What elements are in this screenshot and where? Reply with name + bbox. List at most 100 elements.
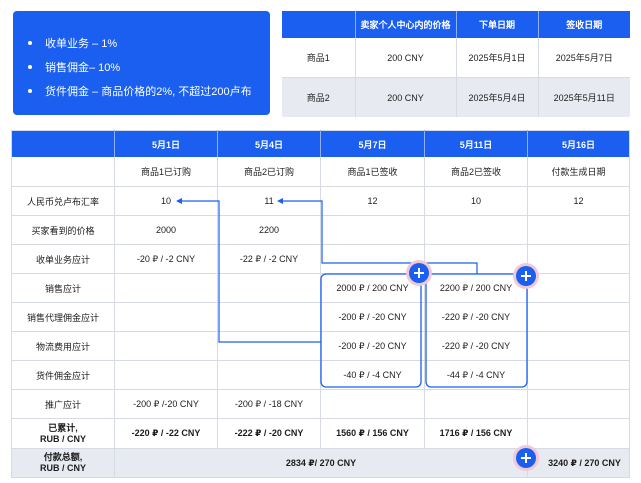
- payment-merged-value: 2834 ₽/ 270 CNY: [114, 448, 528, 478]
- list-item: 收单业务 – 1%: [28, 32, 252, 56]
- total-cell: -222 ₽ / -20 CNY: [217, 418, 321, 449]
- total-label-line1: 已累计,: [48, 422, 78, 433]
- table-cell: [114, 273, 218, 303]
- bullet-icon: [28, 65, 32, 70]
- table-cell: -200 ₽ / -20 CNY: [320, 302, 425, 332]
- commission-shipment: 货件佣金 – 商品价格的2%, 不超过200卢布: [45, 86, 252, 98]
- table-cell: [217, 302, 321, 332]
- total-cell: 1560 ₽ / 156 CNY: [320, 418, 425, 449]
- table-row: 人民币兑卢布汇率 10 11 12 10 12: [11, 186, 630, 216]
- table-cell: [527, 244, 630, 274]
- order-date: 2025年5月4日: [456, 77, 539, 117]
- payment-total-row: 付款总额, RUB / CNY 2834 ₽/ 270 CNY 3240 ₽ / …: [11, 448, 630, 478]
- product-name: 商品2: [282, 77, 356, 117]
- products-table: 卖家个人中心内的价格 下单日期 签收日期 商品1 200 CNY 2025年5月…: [282, 11, 630, 117]
- table-row: 商品2 200 CNY 2025年5月4日 2025年5月11日: [282, 77, 630, 117]
- payment-final-value: 3240 ₽ / 270 CNY: [527, 448, 630, 478]
- header-price: 卖家个人中心内的价格: [355, 11, 457, 38]
- table-cell: [527, 215, 630, 245]
- event-cell: 付款生成日期: [527, 157, 630, 187]
- table-cell: 10: [424, 186, 528, 216]
- commission-sales: 销售佣金– 10%: [45, 62, 121, 74]
- table-cell: [527, 273, 630, 303]
- table-cell: [527, 331, 630, 361]
- event-cell: 商品2已订购: [217, 157, 321, 187]
- table-header: 5月1日 5月4日 5月7日 5月11日 5月16日: [11, 130, 630, 157]
- row-label: 人民币兑卢布汇率: [11, 186, 115, 216]
- table-cell: [320, 215, 425, 245]
- total-cell: 1716 ₽ / 156 CNY: [424, 418, 528, 449]
- plus-circle-icon[interactable]: [516, 266, 536, 286]
- table-cell: 2200: [217, 215, 321, 245]
- product-name: 商品1: [282, 38, 356, 78]
- table-row: 物流费用应计 -200 ₽ / -20 CNY -220 ₽ / -20 CNY: [11, 331, 630, 361]
- table-cell: [527, 360, 630, 390]
- plus-circle-icon[interactable]: [409, 263, 429, 283]
- header-date: 5月7日: [320, 130, 425, 157]
- table-cell: [527, 389, 630, 419]
- table-cell: -200 ₽ / -20 CNY: [320, 331, 425, 361]
- total-cell: -220 ₽ / -22 CNY: [114, 418, 218, 449]
- table-row: 货件佣金应计 -40 ₽ / -4 CNY -44 ₽ / -4 CNY: [11, 360, 630, 390]
- table-cell: 12: [320, 186, 425, 216]
- table-cell: -220 ₽ / -20 CNY: [424, 331, 528, 361]
- table-cell: [424, 389, 528, 419]
- accrued-total-row: 已累计, RUB / CNY -220 ₽ / -22 CNY -222 ₽ / …: [11, 418, 630, 449]
- table-cell: -200 ₽ / -18 CNY: [217, 389, 321, 419]
- table-cell: 12: [527, 186, 630, 216]
- event-row: 商品1已订购 商品2已订购 商品1已签收 商品2已签收 付款生成日期: [11, 157, 630, 187]
- delivery-date: 2025年5月7日: [538, 38, 630, 78]
- commission-summary-panel: 收单业务 – 1% 销售佣金– 10% 货件佣金 – 商品价格的2%, 不超过2…: [13, 11, 270, 115]
- event-cell: 商品1已签收: [320, 157, 425, 187]
- table-cell: -200 ₽ /-20 CNY: [114, 389, 218, 419]
- plus-circle-icon[interactable]: [516, 448, 536, 468]
- table-cell: 11: [217, 186, 321, 216]
- table-cell: [424, 215, 528, 245]
- table-header: 卖家个人中心内的价格 下单日期 签收日期: [282, 11, 630, 38]
- table-cell: [217, 360, 321, 390]
- list-item: 货件佣金 – 商品价格的2%, 不超过200卢布: [28, 80, 252, 104]
- row-label: 物流费用应计: [11, 331, 115, 361]
- table-row: 商品1 200 CNY 2025年5月1日 2025年5月7日: [282, 38, 630, 78]
- row-label: 已累计, RUB / CNY: [11, 418, 115, 449]
- header-order-date: 下单日期: [456, 11, 539, 38]
- header-date: 5月4日: [217, 130, 321, 157]
- table-row: 收单业务应计 -20 ₽ / -2 CNY -22 ₽ / -2 CNY: [11, 244, 630, 274]
- table-cell: [527, 302, 630, 332]
- event-cell: [11, 157, 115, 187]
- header-delivery-date: 签收日期: [538, 11, 630, 38]
- delivery-date: 2025年5月11日: [538, 77, 630, 117]
- row-label: 收单业务应计: [11, 244, 115, 274]
- payment-label-line2: RUB / CNY: [39, 463, 86, 473]
- row-label: 买家看到的价格: [11, 215, 115, 245]
- table-row: 销售代理佣金应计 -200 ₽ / -20 CNY -220 ₽ / -20 C…: [11, 302, 630, 332]
- bullet-icon: [28, 89, 32, 94]
- event-cell: 商品2已签收: [424, 157, 528, 187]
- row-label: 付款总额, RUB / CNY: [11, 448, 115, 478]
- table-cell: -20 ₽ / -2 CNY: [114, 244, 218, 274]
- table-cell: 2000 ₽ / 200 CNY: [320, 273, 425, 303]
- payment-label-line1: 付款总额,: [43, 452, 83, 462]
- table-cell: -220 ₽ / -20 CNY: [424, 302, 528, 332]
- table-cell: [424, 244, 528, 274]
- header-cell: [282, 11, 356, 38]
- timeline-table: 5月1日 5月4日 5月7日 5月11日 5月16日 商品1已订购 商品2已订购…: [11, 130, 630, 478]
- table-row: 推广应计 -200 ₽ /-20 CNY -200 ₽ / -18 CNY: [11, 389, 630, 419]
- commission-list: 收单业务 – 1% 销售佣金– 10% 货件佣金 – 商品价格的2%, 不超过2…: [28, 32, 252, 104]
- event-cell: 商品1已订购: [114, 157, 218, 187]
- header-date: 5月11日: [424, 130, 528, 157]
- order-date: 2025年5月1日: [456, 38, 539, 78]
- table-cell: [217, 331, 321, 361]
- total-cell: [527, 418, 630, 449]
- header-date: 5月1日: [114, 130, 218, 157]
- table-row: 销售应计 2000 ₽ / 200 CNY 2200 ₽ / 200 CNY: [11, 273, 630, 303]
- table-cell: [217, 273, 321, 303]
- table-cell: -22 ₽ / -2 CNY: [217, 244, 321, 274]
- product-price: 200 CNY: [355, 77, 457, 117]
- table-cell: 2200 ₽ / 200 CNY: [424, 273, 528, 303]
- total-label-line2: RUB / CNY: [39, 433, 86, 444]
- list-item: 销售佣金– 10%: [28, 56, 252, 80]
- header-cell: [11, 130, 115, 157]
- product-price: 200 CNY: [355, 38, 457, 78]
- table-cell: [114, 331, 218, 361]
